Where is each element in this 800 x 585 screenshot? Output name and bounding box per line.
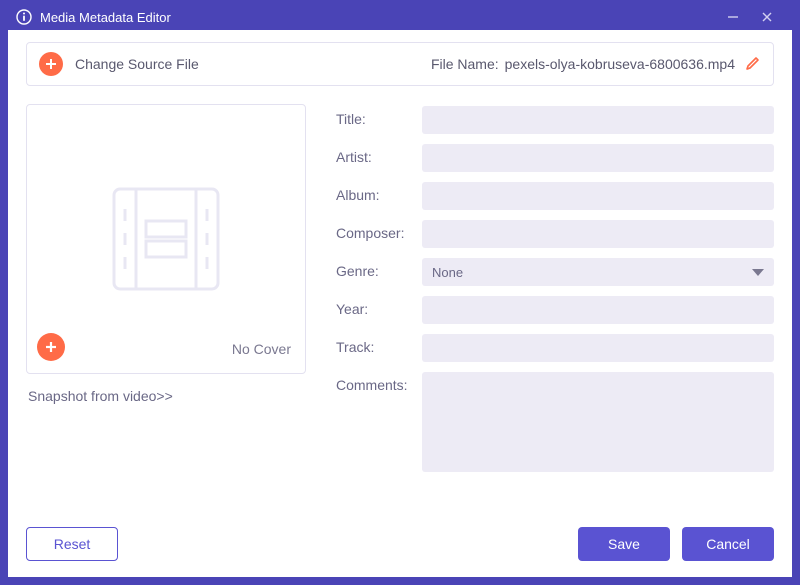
change-source-label[interactable]: Change Source File <box>75 56 199 72</box>
track-label: Track: <box>336 334 422 355</box>
composer-input[interactable] <box>422 220 774 248</box>
title-label: Title: <box>336 106 422 127</box>
year-label: Year: <box>336 296 422 317</box>
close-button[interactable] <box>750 4 784 30</box>
file-name-label: File Name: <box>431 56 499 72</box>
genre-label: Genre: <box>336 258 422 279</box>
comments-textarea[interactable] <box>422 372 774 472</box>
main-area: No Cover Snapshot from video>> Title: Ar… <box>26 86 774 521</box>
reset-button[interactable]: Reset <box>26 527 118 561</box>
genre-selected-value: None <box>432 265 463 280</box>
edit-filename-icon[interactable] <box>745 55 761 74</box>
add-source-icon[interactable] <box>39 52 63 76</box>
app-window: Media Metadata Editor Change Source File… <box>0 0 800 585</box>
genre-select[interactable]: None <box>422 258 774 286</box>
no-cover-label: No Cover <box>232 341 291 357</box>
film-placeholder-icon <box>96 169 236 309</box>
source-file-bar: Change Source File File Name: pexels-oly… <box>26 42 774 86</box>
save-button[interactable]: Save <box>578 527 670 561</box>
year-input[interactable] <box>422 296 774 324</box>
chevron-down-icon <box>752 269 764 276</box>
titlebar: Media Metadata Editor <box>8 4 792 30</box>
artist-input[interactable] <box>422 144 774 172</box>
album-input[interactable] <box>422 182 774 210</box>
window-title: Media Metadata Editor <box>40 10 171 25</box>
metadata-form: Title: Artist: Album: Composer: Genre: <box>336 104 774 521</box>
snapshot-from-video-link[interactable]: Snapshot from video>> <box>26 388 306 404</box>
file-name-value: pexels-olya-kobruseva-6800636.mp4 <box>505 56 735 72</box>
title-input[interactable] <box>422 106 774 134</box>
cover-panel: No Cover Snapshot from video>> <box>26 104 306 521</box>
add-cover-icon[interactable] <box>37 333 65 361</box>
cover-preview: No Cover <box>26 104 306 374</box>
artist-label: Artist: <box>336 144 422 165</box>
composer-label: Composer: <box>336 220 422 241</box>
button-bar: Reset Save Cancel <box>26 521 774 561</box>
info-icon <box>16 9 32 25</box>
track-input[interactable] <box>422 334 774 362</box>
album-label: Album: <box>336 182 422 203</box>
minimize-button[interactable] <box>716 4 750 30</box>
cancel-button[interactable]: Cancel <box>682 527 774 561</box>
comments-label: Comments: <box>336 372 422 393</box>
content-area: Change Source File File Name: pexels-oly… <box>8 30 792 577</box>
